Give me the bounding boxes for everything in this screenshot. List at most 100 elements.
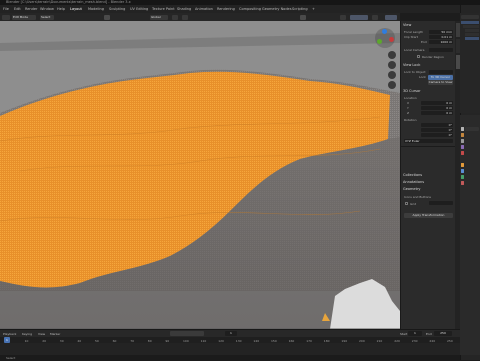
proportional-edit-icon[interactable] (182, 14, 188, 20)
end-frame-field[interactable]: 250 (434, 331, 452, 336)
outliner[interactable] (460, 13, 480, 113)
grid-label: Grid (410, 201, 417, 206)
shading-options-icon[interactable] (372, 14, 378, 20)
editor-type-button[interactable] (2, 14, 10, 20)
zoom-icon[interactable] (388, 51, 396, 59)
cursor-x-field[interactable]: 0 m (421, 101, 453, 105)
add-workspace-button[interactable]: + (312, 7, 315, 11)
scene-properties-icon[interactable] (460, 145, 464, 149)
data-properties-icon[interactable] (460, 175, 464, 179)
tab-tool[interactable] (455, 39, 460, 53)
outliner-row[interactable] (463, 25, 479, 28)
outliner-row[interactable] (465, 33, 479, 36)
rotation-mode-dropdown[interactable]: XYZ Euler (404, 139, 453, 143)
clip-end-field[interactable]: 1000 m (429, 40, 453, 44)
render-properties-icon[interactable] (460, 133, 464, 137)
start-frame-field[interactable]: 1 (408, 331, 422, 336)
tab-item[interactable] (455, 23, 460, 37)
render-region-checkbox[interactable] (417, 55, 420, 58)
transform-orientation-selector[interactable]: Global (150, 14, 168, 20)
menu-window[interactable]: Window (40, 7, 54, 11)
camera-to-view-toggle[interactable]: Camera to View (428, 80, 453, 85)
ruler-tick-label: 160 (288, 338, 295, 343)
current-frame-field[interactable]: 1 (225, 331, 237, 336)
x-axis-icon[interactable] (389, 37, 394, 42)
keying-menu[interactable]: Keying (22, 332, 32, 336)
outliner-row[interactable] (465, 29, 479, 32)
modifier-properties-icon[interactable] (460, 169, 464, 173)
ruler-tick-label: 210 (376, 338, 383, 343)
menu-render[interactable]: Render (25, 7, 37, 11)
tab-geometry-nodes[interactable]: Geometry Nodes (262, 7, 292, 11)
outliner-filter-bar[interactable] (461, 15, 479, 19)
menu-file[interactable]: File (3, 7, 9, 11)
xray-icon[interactable] (340, 14, 346, 20)
pan-icon[interactable] (388, 61, 396, 69)
cursor-rx-field[interactable]: 0° (421, 123, 453, 127)
z-axis-icon[interactable] (382, 29, 387, 34)
view-lock-section-header[interactable]: View Lock (403, 63, 420, 68)
cursor-rz-field[interactable]: 0° (421, 133, 453, 137)
outliner-row[interactable] (465, 37, 479, 40)
cursor-z-field[interactable]: 0 m (421, 111, 453, 115)
grid-field[interactable] (429, 201, 453, 205)
status-text: Select (6, 356, 16, 360)
tab-sculpting[interactable]: Sculpting (109, 7, 125, 11)
tab-uv-editing[interactable]: UV Editing (130, 7, 148, 11)
tab-rendering[interactable]: Rendering (217, 7, 235, 11)
tab-compositing[interactable]: Compositing (239, 7, 261, 11)
local-camera-field[interactable] (429, 48, 453, 52)
view-section-header[interactable]: View (403, 23, 411, 28)
outliner-row[interactable] (461, 21, 479, 24)
tab-texture-paint[interactable]: Texture Paint (152, 7, 175, 11)
y-axis-icon[interactable] (377, 39, 382, 44)
playback-controls[interactable] (170, 331, 204, 336)
object-properties-icon[interactable] (460, 163, 464, 167)
marker-menu[interactable]: Marker (50, 332, 60, 336)
grid-checkbox[interactable] (405, 202, 408, 205)
properties-search[interactable] (465, 127, 479, 131)
focal-length-field[interactable]: 50 mm (429, 30, 453, 34)
world-properties-icon[interactable] (460, 151, 464, 155)
geometry-section-header[interactable]: Geometry (403, 187, 420, 192)
frame-ruler[interactable]: 0102030405060708090100110120130140150160… (0, 337, 460, 343)
playhead[interactable]: 1 (4, 337, 10, 343)
annotations-section-header[interactable]: Annotations (403, 180, 424, 185)
3d-viewport[interactable] (0, 21, 400, 329)
perspective-toggle-icon[interactable] (388, 81, 396, 89)
clip-start-field[interactable]: 0.01 m (429, 35, 453, 39)
material-properties-icon[interactable] (460, 181, 464, 185)
ruler-tick-label: 30 (59, 338, 64, 343)
apply-transformation-button[interactable]: Apply Transformation (404, 213, 453, 218)
camera-view-icon[interactable] (388, 71, 396, 79)
tab-animation[interactable]: Animation (195, 7, 213, 11)
cursor-y-field[interactable]: 0 m (421, 106, 453, 110)
output-properties-icon[interactable] (460, 139, 464, 143)
shading-mode-buttons[interactable] (350, 14, 368, 20)
select-menu[interactable]: Select (40, 14, 54, 20)
navigation-gizmo[interactable] (374, 27, 396, 49)
menu-help[interactable]: Help (57, 7, 65, 11)
tab-layout[interactable]: Layout (70, 7, 82, 11)
gizmo-toggle-icon[interactable] (385, 14, 397, 20)
timeline[interactable]: Playback Keying View Marker 1 Start 1 En… (0, 329, 460, 361)
properties-editor[interactable] (460, 115, 480, 355)
menu-edit[interactable]: Edit (14, 7, 21, 11)
cursor-ry-field[interactable]: 0° (421, 128, 453, 132)
to-3d-cursor-toggle[interactable]: To 3D Cursor (428, 75, 453, 80)
transform-pivot-icon[interactable] (104, 14, 110, 20)
tab-shading[interactable]: Shading (177, 7, 191, 11)
lock-object-field[interactable] (429, 70, 453, 74)
tab-modeling[interactable]: Modeling (88, 7, 104, 11)
view-menu[interactable]: View (38, 332, 45, 336)
tab-view[interactable] (455, 55, 460, 69)
tab-scripting[interactable]: Scripting (292, 7, 308, 11)
snap-icon[interactable] (172, 14, 178, 20)
collections-section-header[interactable]: Collections (403, 173, 422, 178)
playback-menu[interactable]: Playback (3, 332, 16, 336)
clip-start-label: Clip Start (404, 35, 418, 39)
overlay-icon[interactable] (300, 14, 306, 20)
tool-properties-icon[interactable] (460, 127, 464, 131)
3d-cursor-section-header[interactable]: 3D Cursor (403, 89, 421, 94)
mode-selector[interactable]: Edit Mode (12, 14, 36, 20)
